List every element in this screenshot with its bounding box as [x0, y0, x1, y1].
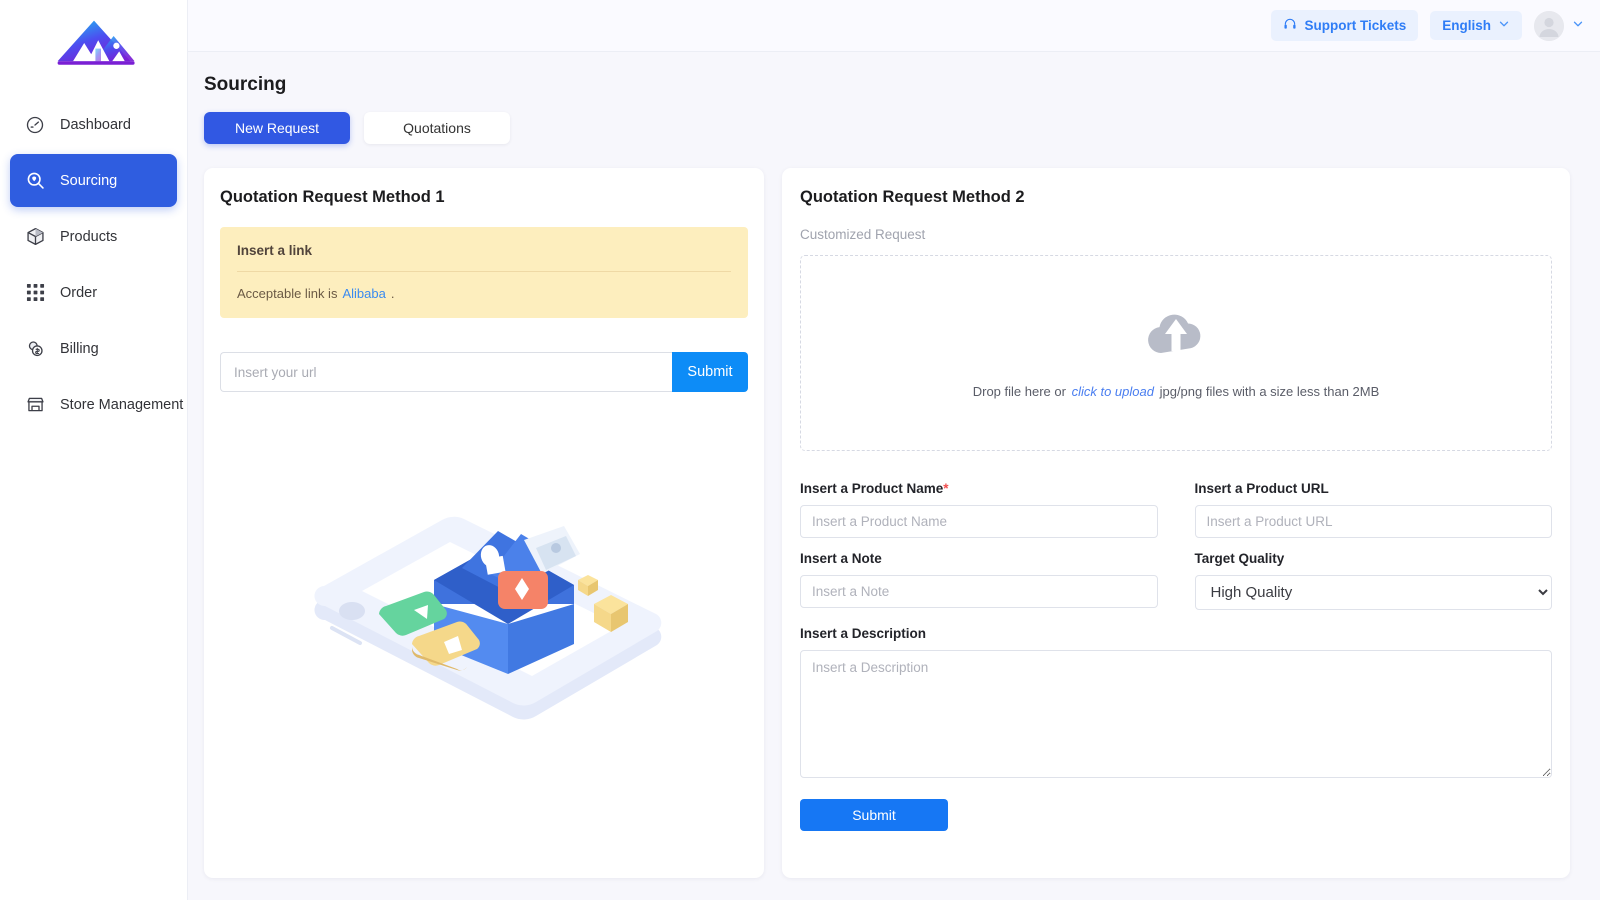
tab-new-request[interactable]: New Request: [204, 112, 350, 144]
sidebar-item-label: Order: [60, 284, 98, 301]
product-url-label: Insert a Product URL: [1194, 481, 1329, 496]
top-bar: Support Tickets English: [188, 0, 1600, 52]
tab-quotations[interactable]: Quotations: [364, 112, 510, 144]
sidebar-item-sourcing[interactable]: Sourcing: [10, 154, 177, 207]
search-icon: [24, 170, 46, 192]
brand-logo[interactable]: [0, 0, 187, 86]
ma-mountain-logo-icon: [57, 20, 135, 65]
product-url-input[interactable]: [1194, 505, 1552, 538]
storefront-icon: [24, 394, 46, 416]
dropzone-text-before: Drop file here or: [972, 384, 1066, 399]
box-icon: [24, 226, 46, 248]
page-content: Sourcing New Request Quotations Quotatio…: [188, 52, 1600, 900]
url-input[interactable]: [220, 352, 672, 392]
sidebar-item-label: Billing: [60, 340, 99, 357]
field-description: Insert a Description: [800, 626, 1552, 783]
main-area: Support Tickets English Sourcing New Req…: [188, 0, 1600, 900]
method1-title: Quotation Request Method 1: [220, 188, 445, 206]
alert-suffix: .: [390, 286, 395, 301]
alert-prefix: Acceptable link is: [237, 286, 338, 301]
grid-icon: [24, 282, 46, 304]
url-submit-row: Submit: [220, 352, 748, 392]
alibaba-link[interactable]: Alibaba: [342, 286, 385, 301]
note-input[interactable]: [800, 575, 1158, 608]
user-avatar-icon: [1534, 10, 1564, 41]
sidebar-nav: Dashboard Sourcing Products Order Billin…: [0, 86, 187, 431]
note-label: Insert a Note: [800, 551, 882, 566]
language-label: English: [1442, 18, 1491, 33]
field-product-url: Insert a Product URL: [1194, 481, 1552, 538]
sidebar-item-products[interactable]: Products: [10, 210, 177, 263]
request-submit-button[interactable]: Submit: [800, 799, 948, 831]
sidebar-item-label: Store Management: [60, 396, 184, 413]
description-textarea[interactable]: [800, 650, 1552, 778]
speedometer-icon: [24, 114, 46, 136]
method2-title: Quotation Request Method 2: [800, 188, 1025, 206]
cards-row: Quotation Request Method 1 Insert a link…: [204, 168, 1570, 878]
click-to-upload-link[interactable]: click to upload: [1072, 384, 1154, 399]
support-tickets-button[interactable]: Support Tickets: [1271, 10, 1419, 41]
dropzone-text-after: jpg/png files with a size less than 2MB: [1159, 384, 1380, 399]
target-quality-label: Target Quality: [1194, 551, 1285, 566]
insert-link-alert: Insert a link Acceptable link is Alibaba.: [220, 227, 748, 318]
field-product-name: Insert a Product Name*: [800, 481, 1158, 538]
sidebar-item-label: Dashboard: [60, 116, 131, 133]
dropzone-text: Drop file here or click to upload jpg/pn…: [973, 384, 1380, 399]
headset-icon: [1283, 17, 1297, 34]
sidebar-item-dashboard[interactable]: Dashboard: [10, 98, 177, 151]
illustration-svg: [314, 516, 662, 720]
cloud-upload-icon: [1144, 307, 1208, 364]
target-quality-select[interactable]: High Quality: [1194, 575, 1552, 610]
tab-bar: New Request Quotations: [204, 112, 1570, 144]
sidebar-item-order[interactable]: Order: [10, 266, 177, 319]
app-root: Dashboard Sourcing Products Order Billin…: [0, 0, 1600, 900]
request-form: Insert a Product Name* Insert a Product …: [800, 481, 1552, 610]
support-tickets-label: Support Tickets: [1304, 18, 1407, 33]
customized-request-label: Customized Request: [800, 227, 926, 242]
alert-divider: [237, 271, 731, 272]
language-selector[interactable]: English: [1430, 11, 1522, 40]
url-submit-button[interactable]: Submit: [672, 352, 748, 392]
sidebar-item-billing[interactable]: Billing: [10, 322, 177, 375]
field-note: Insert a Note: [800, 551, 1158, 610]
chevron-down-icon: [1498, 18, 1510, 33]
quotation-method-1-card: Quotation Request Method 1 Insert a link…: [204, 168, 764, 878]
product-name-label-text: Insert a Product Name: [800, 481, 944, 496]
coins-icon: [24, 338, 46, 360]
page-title: Sourcing: [204, 74, 287, 95]
sidebar: Dashboard Sourcing Products Order Billin…: [0, 0, 188, 900]
alert-body: Acceptable link is Alibaba.: [237, 286, 731, 301]
avatar: [1534, 10, 1564, 41]
user-menu[interactable]: [1534, 10, 1584, 41]
product-name-input[interactable]: [800, 505, 1158, 538]
required-asterisk: *: [943, 481, 949, 496]
file-dropzone[interactable]: Drop file here or click to upload jpg/pn…: [800, 255, 1552, 451]
description-label: Insert a Description: [800, 626, 927, 641]
sidebar-item-store-management[interactable]: Store Management: [10, 378, 183, 431]
product-name-label: Insert a Product Name*: [800, 481, 1158, 496]
quotation-method-2-card: Quotation Request Method 2 Customized Re…: [782, 168, 1570, 878]
phone-with-open-box-illustration: [220, 428, 748, 728]
sidebar-item-label: Sourcing: [60, 172, 118, 189]
alert-heading: Insert a link: [237, 243, 313, 258]
field-target-quality: Target Quality High Quality: [1194, 551, 1552, 610]
sidebar-item-label: Products: [60, 228, 118, 245]
chevron-down-icon: [1572, 17, 1584, 35]
